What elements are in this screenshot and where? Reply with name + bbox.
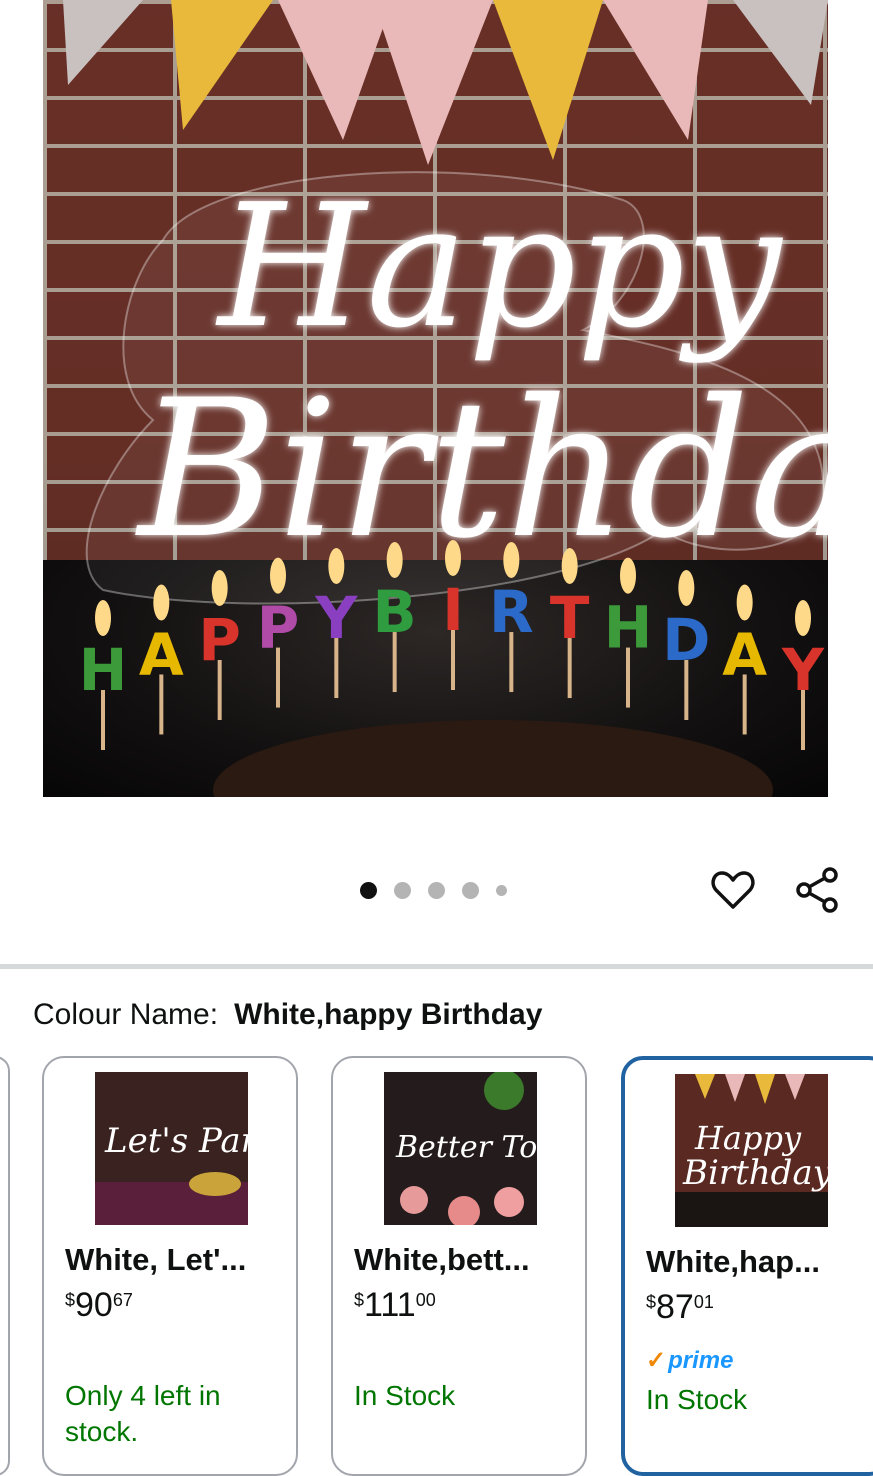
colour-name-row: Colour Name: White,happy Birthday (33, 998, 542, 1032)
svg-text:Better Together: Better Together (395, 1130, 537, 1165)
candle-letter: P (257, 594, 300, 662)
section-divider (0, 964, 873, 969)
candle: Y (781, 600, 825, 750)
carousel-dot[interactable] (462, 882, 479, 899)
variant-card[interactable]: Let's Party White, Let'... $9067 Only 4 … (42, 1056, 298, 1476)
carousel-dot[interactable] (360, 882, 377, 899)
carousel-dot[interactable] (394, 882, 411, 899)
svg-text:Happy: Happy (694, 1119, 802, 1157)
stock-status: Only 4 left in stock. (65, 1380, 221, 1447)
candle: A (722, 584, 767, 735)
variant-name: White,hap... (646, 1244, 820, 1279)
prime-badge: ✓prime (646, 1347, 734, 1374)
variant-thumbnail: Let's Party (95, 1072, 248, 1225)
candle-letter: A (139, 620, 184, 688)
candle: P (198, 570, 241, 720)
svg-text:Let's Party: Let's Party (104, 1121, 248, 1161)
stock-status: In Stock (354, 1380, 456, 1411)
candle-letter: R (489, 578, 534, 646)
candle-letter: H (604, 594, 653, 662)
candle-letter: Y (781, 636, 825, 704)
colour-name-label: Colour Name: (33, 998, 219, 1031)
variant-card[interactable]: Better Together White,bett... $11100 In … (331, 1056, 587, 1476)
variant-card-selected[interactable]: Happy Birthday White,hap... $8701 ✓prime… (621, 1056, 873, 1476)
variant-price: $9067 (65, 1286, 133, 1324)
stock-status: In Stock (646, 1384, 748, 1415)
candle-letter: A (722, 620, 767, 688)
colour-name-value: White,happy Birthday (234, 998, 543, 1031)
svg-text:Birthday: Birthday (682, 1153, 828, 1193)
candle: H (79, 600, 128, 750)
carousel-dot[interactable] (428, 882, 445, 899)
candle-letter: P (198, 606, 241, 674)
variant-name: White, Let'... (65, 1242, 247, 1277)
favorite-button[interactable] (710, 867, 756, 913)
variant-thumbnail: Happy Birthday (675, 1074, 828, 1227)
variant-name: White,bett... (354, 1242, 530, 1277)
candle-letter: T (550, 584, 590, 652)
variant-price: $8701 (646, 1288, 714, 1326)
candle-letter: I (442, 576, 464, 644)
variant-price: $11100 (354, 1286, 436, 1324)
variant-thumbnail: Better Together (384, 1072, 537, 1225)
share-button[interactable] (795, 867, 841, 913)
candle: H (604, 557, 653, 708)
candle-letter: H (79, 636, 128, 704)
variant-card-partial[interactable] (0, 1056, 10, 1476)
candle: Y (314, 548, 358, 699)
product-image[interactable]: Happy Birthday HAPPYBIRTHDAY (43, 0, 828, 797)
prime-check-icon: ✓ (646, 1347, 667, 1374)
candle: P (257, 557, 300, 708)
candles: HAPPYBIRTHDAY (79, 540, 825, 750)
candle: I (442, 540, 464, 690)
share-icon (796, 867, 838, 913)
carousel-indicator[interactable] (360, 882, 507, 899)
candle: R (489, 542, 534, 693)
heart-icon (711, 871, 755, 909)
candle-letter: D (662, 606, 710, 674)
candle-letter: B (373, 578, 417, 646)
candle: A (139, 584, 184, 735)
candle-letter: Y (314, 584, 358, 652)
candle: D (662, 570, 710, 720)
candle: T (550, 548, 590, 699)
candle: B (373, 542, 417, 693)
carousel-dot[interactable] (496, 885, 507, 896)
